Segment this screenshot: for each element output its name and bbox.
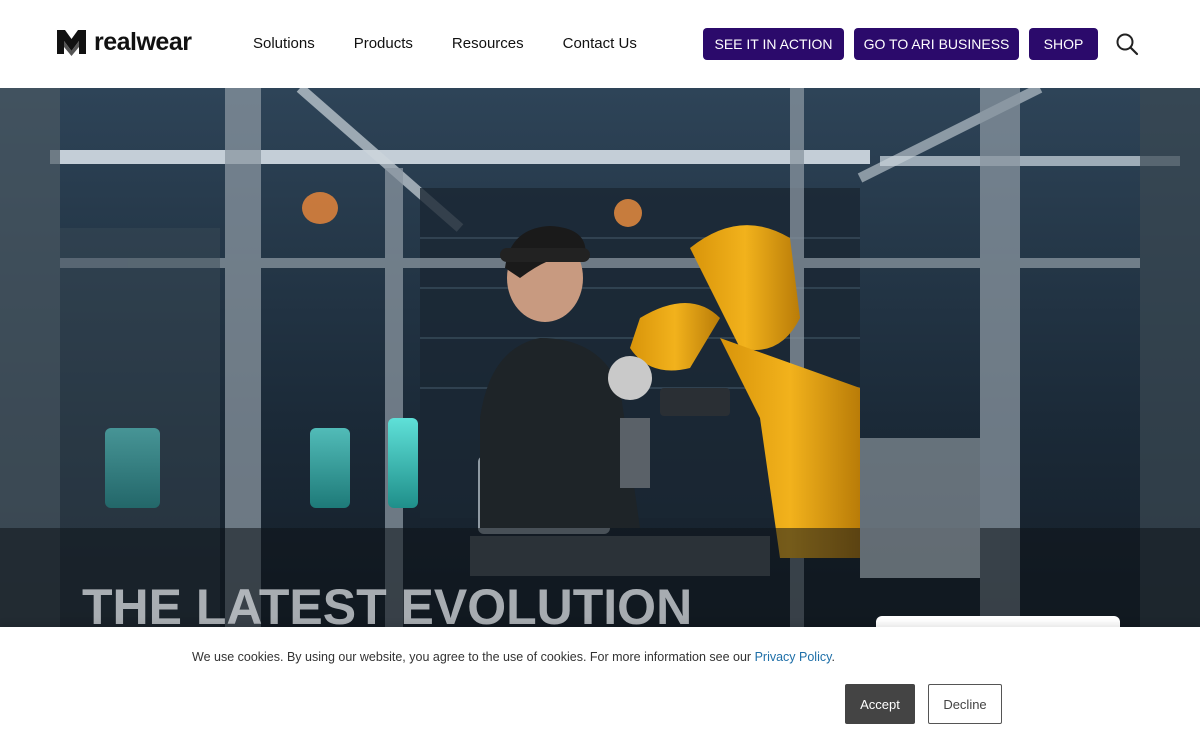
see-it-in-action-button[interactable]: SEE IT IN ACTION xyxy=(703,28,844,60)
nav-solutions[interactable]: Solutions xyxy=(253,35,315,52)
brand-name: realwear xyxy=(94,27,192,56)
cookie-period: . xyxy=(831,650,835,664)
realwear-logo-icon xyxy=(57,30,86,56)
decline-cookies-button[interactable]: Decline xyxy=(928,684,1002,724)
shop-button[interactable]: SHOP xyxy=(1029,28,1098,60)
cookie-message: We use cookies. By using our website, yo… xyxy=(192,650,835,664)
nav-resources[interactable]: Resources xyxy=(452,35,524,52)
search-button[interactable] xyxy=(1115,32,1139,56)
main-nav: Solutions Products Resources Contact Us xyxy=(253,35,637,52)
privacy-policy-link[interactable]: Privacy Policy xyxy=(755,650,832,664)
nav-contact-us[interactable]: Contact Us xyxy=(563,35,637,52)
go-to-ari-business-button[interactable]: GO TO ARI BUSINESS xyxy=(854,28,1019,60)
accept-cookies-button[interactable]: Accept xyxy=(845,684,915,724)
brand-logo[interactable]: realwear xyxy=(55,27,192,57)
cookie-text: We use cookies. By using our website, yo… xyxy=(192,650,755,664)
site-header: realwear Solutions Products Resources Co… xyxy=(0,0,1200,88)
cookie-banner: We use cookies. By using our website, yo… xyxy=(0,627,1200,750)
search-icon xyxy=(1116,33,1139,56)
nav-products[interactable]: Products xyxy=(354,35,413,52)
